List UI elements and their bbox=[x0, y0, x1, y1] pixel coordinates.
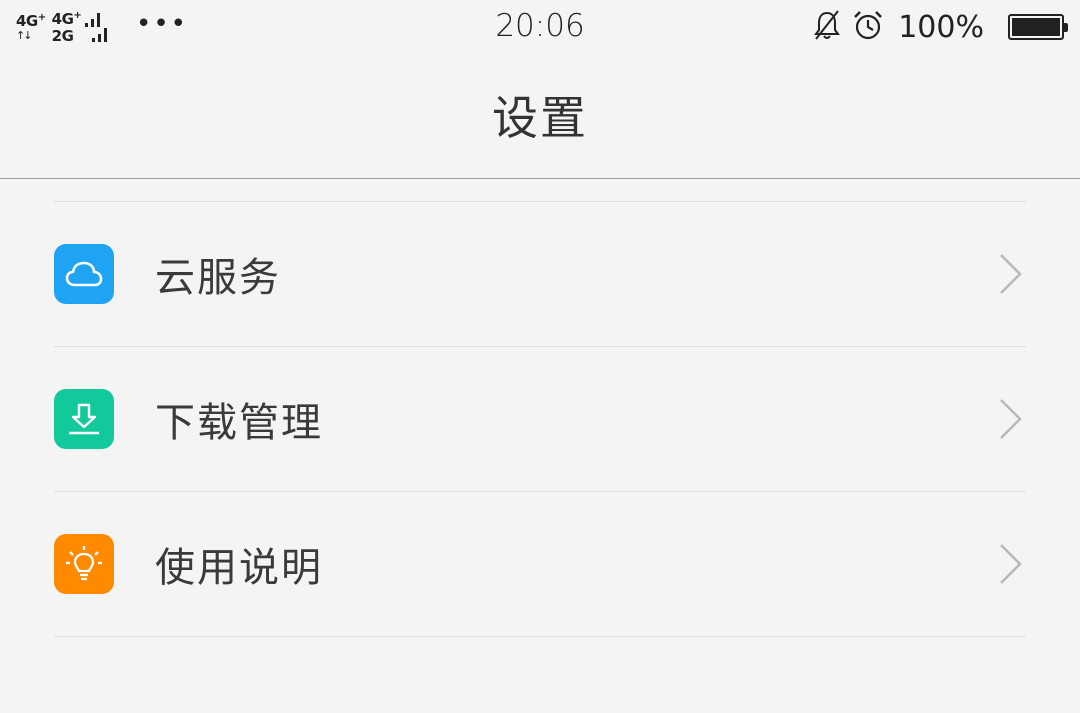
alarm-icon bbox=[852, 9, 884, 45]
menu-item-download-manager[interactable]: 下载管理 bbox=[54, 347, 1026, 492]
menu-item-user-guide[interactable]: 使用说明 bbox=[54, 492, 1026, 637]
menu-item-label: 使用说明 bbox=[155, 545, 323, 591]
chevron-right-icon bbox=[1000, 254, 1022, 294]
download-icon bbox=[54, 389, 114, 449]
menu-item-label: 下载管理 bbox=[155, 400, 323, 446]
menu-item-cloud-service[interactable]: 云服务 bbox=[54, 202, 1026, 347]
chevron-right-icon bbox=[1000, 544, 1022, 584]
status-bar: 4G+ ↑↓ 4G+ 2G ••• 20:06 100% bbox=[0, 0, 1080, 52]
lightbulb-icon bbox=[54, 534, 114, 594]
title-bar: 设置 bbox=[0, 52, 1080, 179]
page-title: 设置 bbox=[492, 91, 588, 145]
settings-list: 云服务 下载管理 使用说明 bbox=[54, 201, 1026, 637]
battery-icon bbox=[1008, 14, 1068, 40]
cloud-icon bbox=[54, 244, 114, 304]
menu-item-label: 云服务 bbox=[155, 255, 281, 301]
chevron-right-icon bbox=[1000, 399, 1022, 439]
status-right: 100% bbox=[812, 8, 1068, 46]
bell-off-icon bbox=[812, 9, 842, 45]
battery-percentage: 100% bbox=[898, 9, 984, 45]
